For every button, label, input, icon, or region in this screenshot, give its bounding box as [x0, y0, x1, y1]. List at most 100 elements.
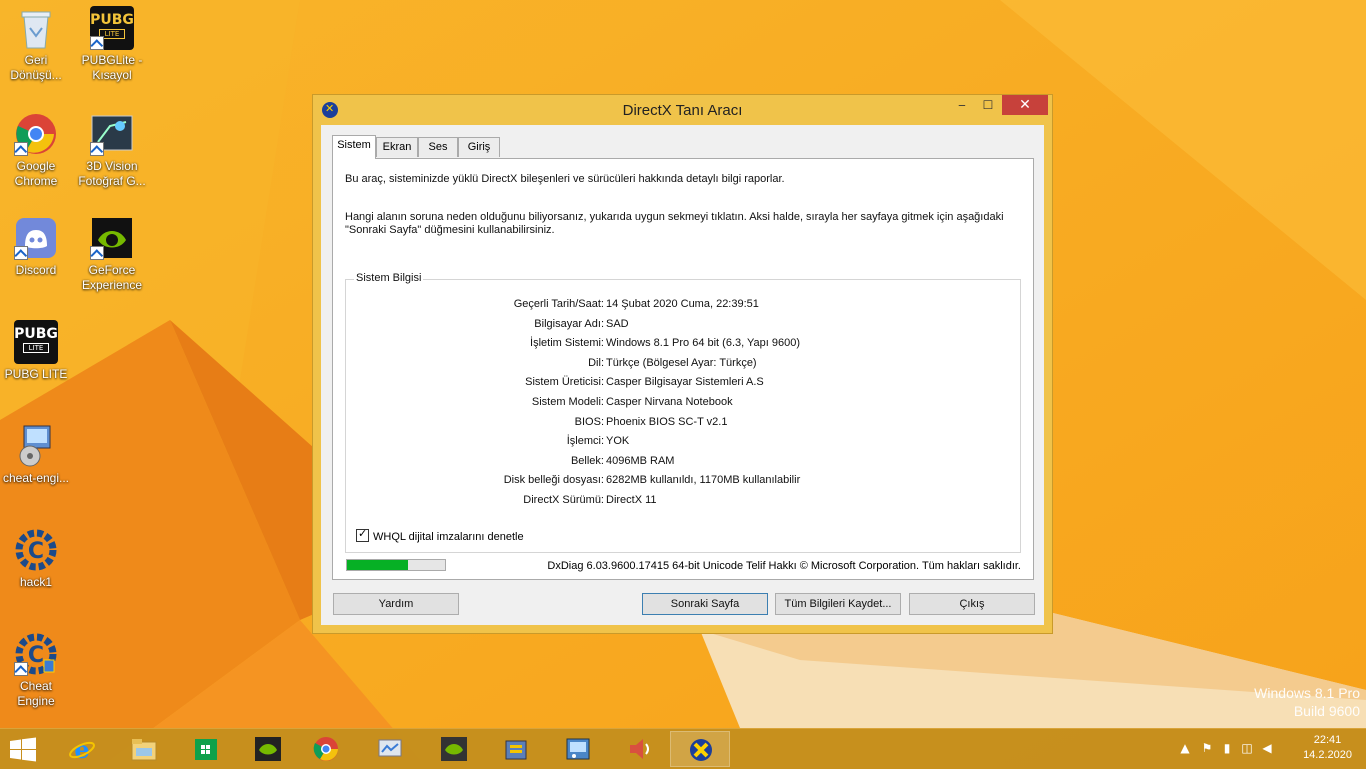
tab-giris[interactable]: Giriş [458, 137, 500, 157]
system-info-row: İşletim Sistemi: Windows 8.1 Pro 64 bit (… [346, 337, 1022, 353]
clock-date: 14.2.2020 [1303, 749, 1352, 761]
close-button[interactable]: ✕ [1002, 95, 1048, 115]
help-button[interactable]: Yardım [333, 593, 459, 615]
directx-diagnostic-window: DirectX Tanı Aracı ‒ ☐ ✕ Sistem Ekran Se… [312, 94, 1053, 634]
window-titlebar[interactable]: DirectX Tanı Aracı ‒ ☐ ✕ [313, 95, 1052, 125]
shortcut-arrow-icon [14, 142, 28, 156]
desktop-icon-3d-vision[interactable]: 3D Vision Fotoğraf G... [76, 112, 148, 189]
taskbar-internet-explorer[interactable]: e [52, 731, 112, 767]
pubg-logo-sub: LITE [23, 343, 49, 353]
taskbar-control-panel[interactable] [548, 731, 608, 767]
chrome-icon [14, 112, 58, 156]
system-info-value: YOK [606, 435, 630, 448]
installer-icon [14, 424, 58, 468]
watermark-edition: Windows 8.1 Pro [1254, 685, 1360, 701]
copyright-text: DxDiag 6.03.9600.17415 64-bit Unicode Te… [547, 560, 1021, 572]
system-info-row: DirectX Sürümü: DirectX 11 [346, 494, 1022, 510]
taskbar-file-explorer[interactable] [114, 731, 174, 767]
window-title: DirectX Tanı Aracı [622, 102, 743, 119]
tab-ses[interactable]: Ses [418, 137, 458, 157]
volume-icon[interactable]: ◀ [1260, 741, 1274, 755]
system-info-key: İşletim Sistemi: [530, 337, 604, 350]
taskbar-chrome[interactable] [296, 731, 356, 767]
system-info-key: BIOS: [574, 415, 604, 428]
exit-button[interactable]: Çıkış [909, 593, 1035, 615]
desktop-icon-cheat-engine-installer[interactable]: cheat-engi... [0, 424, 72, 486]
desktop-icon-label: hack1 [19, 575, 53, 589]
taskbar-directx-diag[interactable] [670, 731, 730, 767]
desktop-icon-label: cheat-engi... [2, 471, 70, 485]
system-info-key: Disk belleği dosyası: [503, 474, 604, 487]
desktop-icon-recycle-bin[interactable]: Geri Dönüşü... [0, 6, 72, 83]
desktop-icon-pubg-lite[interactable]: PUBG LITE PUBG LITE [0, 320, 72, 382]
system-info-row: Bilgisayar Adı: SAD [346, 318, 1022, 334]
system-info-key: Sistem Modeli: [531, 396, 604, 408]
svg-text:C: C [28, 539, 44, 564]
desktop-icon-label: GeForce Experience [81, 263, 143, 292]
desktop-icon-discord[interactable]: Discord [0, 216, 72, 278]
media-app-icon [378, 739, 402, 757]
system-info-value: Casper Bilgisayar Sistemleri A.S [606, 376, 764, 389]
system-info-value: SAD [606, 317, 629, 330]
system-info-value: DirectX 11 [606, 494, 657, 506]
archive-icon [505, 740, 527, 760]
taskbar-volume-app[interactable] [610, 731, 670, 767]
battery-icon[interactable]: ▮ [1220, 741, 1234, 755]
desktop-icon-hack1[interactable]: C hack1 [0, 528, 72, 590]
geforce-icon [255, 737, 281, 761]
system-info-key: Dil: [588, 356, 604, 369]
shortcut-arrow-icon [90, 246, 104, 260]
desktop-icon-geforce-experience[interactable]: GeForce Experience [76, 216, 148, 293]
desktop-icon-google-chrome[interactable]: Google Chrome [0, 112, 72, 189]
checkbox-check-icon [356, 527, 369, 542]
system-info-key: Bellek: [570, 454, 604, 467]
geforce-experience-icon [441, 737, 467, 761]
desktop-icon-label: Discord [15, 263, 57, 277]
tray-overflow-chevron-icon[interactable]: ▲ [1178, 741, 1192, 755]
start-button[interactable] [8, 737, 38, 763]
desktop-icon-pubglite-shortcut[interactable]: PUBG LITE PUBGLite - Kısayol [76, 6, 148, 83]
desktop-icon-label: Google Chrome [14, 159, 58, 188]
save-all-info-button[interactable]: Tüm Bilgileri Kaydet... [775, 593, 901, 615]
windows-logo-icon [10, 737, 36, 762]
store-icon [195, 739, 217, 760]
next-page-button[interactable]: Sonraki Sayfa [642, 593, 768, 615]
shortcut-arrow-icon [14, 662, 28, 676]
action-center-flag-icon[interactable]: ⚑ [1200, 741, 1214, 755]
discord-icon [14, 216, 58, 260]
desktop-icon-label: PUBG LITE [4, 367, 68, 381]
system-info-row: İşlemci: YOK [346, 435, 1022, 451]
tab-ekran[interactable]: Ekran [376, 137, 418, 157]
taskbar-geforce[interactable] [238, 731, 298, 767]
taskbar-media-app[interactable] [360, 731, 420, 767]
taskbar-geforce-experience[interactable] [424, 731, 484, 767]
directx-icon [690, 739, 712, 761]
recycle-bin-icon [14, 6, 58, 50]
network-icon[interactable]: ◫ [1240, 741, 1254, 755]
system-info-key: Bilgisayar Adı: [534, 317, 604, 330]
desktop-icon-label: PUBGLite - Kısayol [81, 53, 143, 82]
taskbar: e ▲ ⚑ ▮ ◫ ◀ 22:41 14.2.2020 [0, 728, 1366, 769]
internet-explorer-icon: e [69, 736, 95, 762]
desktop-icon-label: Geri Dönüşü... [10, 53, 62, 82]
whql-checkbox[interactable]: WHQL dijital imzalarını denetle [356, 527, 524, 543]
taskbar-archive-app[interactable] [486, 731, 546, 767]
folder-icon [131, 739, 157, 761]
shortcut-arrow-icon [90, 36, 104, 50]
pubg-logo-text: PUBG [14, 326, 58, 342]
system-info-value: Türkçe (Bölgesel Ayar: Türkçe) [606, 356, 757, 369]
system-info-value: 14 Şubat 2020 Cuma, 22:39:51 [606, 298, 759, 310]
taskbar-clock[interactable]: 22:41 14.2.2020 [1303, 733, 1352, 763]
cheat-engine-icon: C [14, 528, 58, 572]
hint-text-line2: "Sonraki Sayfa" düğmesini kullanabilirsi… [345, 224, 555, 236]
minimize-button[interactable]: ‒ [949, 95, 975, 115]
control-panel-icon [566, 738, 590, 760]
desktop-icon-cheat-engine[interactable]: C Cheat Engine [0, 632, 72, 709]
taskbar-store[interactable] [176, 731, 236, 767]
system-info-value: Casper Nirvana Notebook [606, 396, 733, 408]
maximize-button[interactable]: ☐ [975, 95, 1001, 115]
windows-watermark: Windows 8.1 Pro Build 9600 [1254, 684, 1360, 720]
tab-sistem[interactable]: Sistem [332, 135, 376, 159]
system-info-value: Windows 8.1 Pro 64 bit (6.3, Yapı 9600) [606, 337, 801, 350]
svg-text:e: e [74, 736, 89, 762]
